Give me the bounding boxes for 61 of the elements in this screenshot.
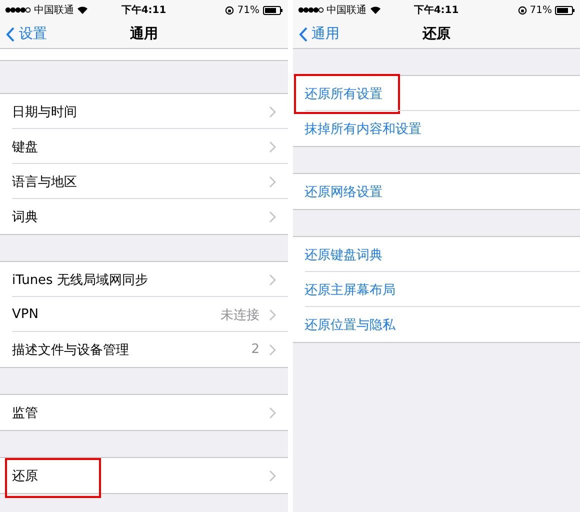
settings-row[interactable]: 还原位置与隐私	[292, 307, 580, 342]
status-time: 下午4:11	[412, 4, 460, 17]
row-label: 还原键盘词典	[304, 246, 384, 264]
row-label: 还原主屏幕布局	[304, 282, 396, 298]
row-label: iTunes 无线局域网同步	[12, 272, 149, 288]
chevron-icon	[268, 406, 276, 418]
status-time: 下午4:11	[120, 4, 168, 17]
signal-icon	[298, 7, 324, 13]
settings-row[interactable]: VPN 未连接	[0, 297, 288, 332]
battery-percent: 71%	[530, 4, 552, 16]
chevron-icon	[268, 176, 276, 188]
settings-row[interactable]: 语言与地区	[0, 164, 288, 199]
signal-icon	[5, 7, 31, 13]
row-value: 2	[251, 342, 260, 357]
nav-title: 通用	[128, 25, 159, 43]
nav-title: 还原	[421, 25, 452, 43]
back-button[interactable]: 设置	[0, 25, 47, 43]
row-label: 还原	[12, 468, 39, 484]
settings-row[interactable]: 词典	[0, 199, 288, 234]
chevron-icon	[268, 308, 276, 320]
row-label: 词典	[12, 208, 39, 226]
chevron-icon	[268, 140, 276, 152]
wifi-icon	[77, 6, 88, 14]
settings-row[interactable]: 还原键盘词典	[292, 237, 580, 272]
row-label: 日期与时间	[12, 104, 78, 120]
back-chevron-icon	[298, 26, 308, 42]
back-button[interactable]: 通用	[292, 25, 340, 43]
row-label: 监管	[12, 404, 39, 422]
battery-icon	[262, 6, 282, 14]
settings-row[interactable]: 键盘	[0, 129, 288, 164]
wifi-icon	[370, 6, 380, 14]
settings-row[interactable]: 抹掉所有内容和设置	[292, 111, 580, 146]
chevron-icon	[268, 106, 276, 118]
row-label: 还原位置与隐私	[304, 316, 396, 334]
battery-icon	[555, 6, 575, 14]
row-label: 描述文件与设备管理	[12, 342, 130, 358]
settings-row[interactable]: 监管	[0, 395, 288, 430]
carrier-name: 中国联通	[34, 4, 74, 17]
settings-row[interactable]: 还原主屏幕布局	[292, 272, 580, 307]
row-label: 键盘	[12, 138, 39, 156]
row-label: VPN	[12, 307, 40, 322]
rotation-lock-icon	[225, 6, 234, 14]
chevron-icon	[268, 210, 276, 222]
settings-row[interactable]: 还原网络设置	[292, 174, 580, 209]
row-value: 未连接	[220, 306, 260, 324]
back-chevron-icon	[6, 26, 15, 42]
battery-percent: 71%	[237, 4, 260, 16]
rotation-lock-icon	[518, 6, 527, 14]
row-label: 还原网络设置	[304, 184, 384, 200]
carrier-name: 中国联通	[326, 4, 366, 17]
chevron-icon	[268, 344, 276, 356]
settings-row[interactable]: 还原	[0, 458, 288, 493]
row-label: 抹掉所有内容和设置	[304, 120, 422, 138]
row-label: 语言与地区	[12, 174, 78, 190]
row-label: 还原所有设置	[304, 86, 384, 102]
settings-row[interactable]: 日期与时间	[0, 94, 288, 129]
chevron-icon	[268, 274, 276, 286]
settings-row[interactable]: 描述文件与设备管理 2	[0, 332, 288, 367]
settings-row[interactable]: iTunes 无线局域网同步	[0, 262, 288, 297]
settings-row[interactable]: 还原所有设置	[292, 76, 580, 111]
chevron-icon	[268, 470, 276, 482]
